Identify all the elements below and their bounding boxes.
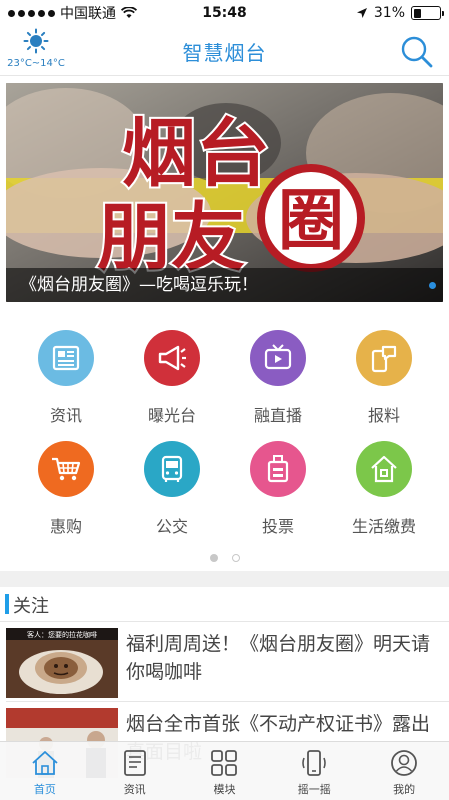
service-label: 资讯 <box>49 406 82 425</box>
grid-page-indicator <box>0 554 449 562</box>
service-live[interactable]: 融直播 <box>222 330 334 426</box>
battery-icon <box>411 6 444 20</box>
grid-icon <box>211 750 238 776</box>
service-label: 公交 <box>155 517 188 536</box>
service-bus[interactable]: 公交 <box>116 441 228 537</box>
service-bills[interactable]: 生活缴费 <box>328 441 440 537</box>
section-accent-bar <box>5 594 9 614</box>
svg-text:圈: 圈 <box>278 182 344 259</box>
tab-label: 我的 <box>393 783 416 796</box>
banner-page-indicator <box>429 282 436 289</box>
section-header: 关注 <box>0 588 449 622</box>
home-icon <box>356 441 412 497</box>
service-exposure[interactable]: 曝光台 <box>116 330 228 426</box>
page-dot-inactive[interactable] <box>231 554 240 562</box>
tab-modules[interactable]: 模块 <box>180 742 270 800</box>
signal-icon <box>8 9 55 17</box>
page-dot-active[interactable] <box>209 554 218 562</box>
user-icon <box>391 750 417 776</box>
bus-icon <box>144 441 200 497</box>
battery-fill <box>413 8 422 18</box>
status-right: 31% <box>356 5 444 21</box>
news-title: 福利周周送！《烟台朋友圈》明天请你喝咖啡 <box>126 633 431 683</box>
home-icon <box>32 751 58 775</box>
tab-label: 首页 <box>33 783 56 796</box>
service-label: 报料 <box>367 406 400 425</box>
status-bar: 中国联通 15:48 31% <box>0 0 449 26</box>
search-button[interactable] <box>399 34 435 70</box>
cart-icon <box>38 441 94 497</box>
tab-shake[interactable]: 摇一摇 <box>269 742 359 800</box>
battery-percent: 31% <box>373 5 405 21</box>
megaphone-icon <box>144 330 200 386</box>
thumb-caption: 客人：您要的拉花咖啡 <box>27 630 97 639</box>
phone-chat-icon <box>356 330 412 386</box>
document-icon <box>123 750 146 776</box>
tab-mine[interactable]: 我的 <box>359 742 449 800</box>
tab-label: 摇一摇 <box>297 783 331 796</box>
shake-phone-icon <box>302 750 327 776</box>
service-vote[interactable]: 投票 <box>222 441 334 537</box>
section-separator <box>0 571 449 587</box>
service-label: 生活缴费 <box>351 517 416 536</box>
news-item[interactable]: 客人：您要的拉花咖啡 福利周周送！《烟台朋友圈》明天请你喝咖啡 <box>0 622 449 702</box>
service-shopping[interactable]: 惠购 <box>10 441 122 537</box>
newspaper-icon <box>38 330 94 386</box>
service-report[interactable]: 报料 <box>328 330 440 426</box>
app-title: 智慧烟台 <box>182 41 267 65</box>
app-header: 23°C~14°C 智慧烟台 <box>0 26 449 76</box>
service-label: 曝光台 <box>147 406 196 425</box>
svg-text:烟台: 烟台 <box>122 111 270 197</box>
promo-banner[interactable]: 烟台 朋友 圈 《烟台朋友圈》—吃喝逗乐玩！ <box>6 83 443 302</box>
tv-icon <box>250 330 306 386</box>
status-left: 中国联通 <box>8 3 137 23</box>
service-grid: 资讯 曝光台 融直播 报料 惠购 公交 投票 生活缴费 <box>0 310 449 570</box>
section-title: 关注 <box>13 596 49 617</box>
ballot-icon <box>250 441 306 497</box>
carrier-name: 中国联通 <box>60 6 116 22</box>
tab-label: 资讯 <box>123 783 146 796</box>
service-label: 投票 <box>261 517 294 536</box>
tab-label: 模块 <box>213 783 236 796</box>
service-label: 惠购 <box>49 517 82 536</box>
tab-news[interactable]: 资讯 <box>90 742 180 800</box>
location-arrow-icon <box>356 8 367 18</box>
wifi-icon <box>121 7 137 18</box>
service-news[interactable]: 资讯 <box>10 330 122 426</box>
search-icon <box>401 36 433 68</box>
banner-caption: 《烟台朋友圈》—吃喝逗乐玩！ <box>20 275 258 295</box>
service-label: 融直播 <box>253 406 302 425</box>
news-thumbnail: 客人：您要的拉花咖啡 <box>6 628 118 698</box>
tab-home[interactable]: 首页 <box>0 742 90 800</box>
bottom-tab-bar: 首页 资讯 模块 摇一摇 我的 <box>0 741 449 800</box>
